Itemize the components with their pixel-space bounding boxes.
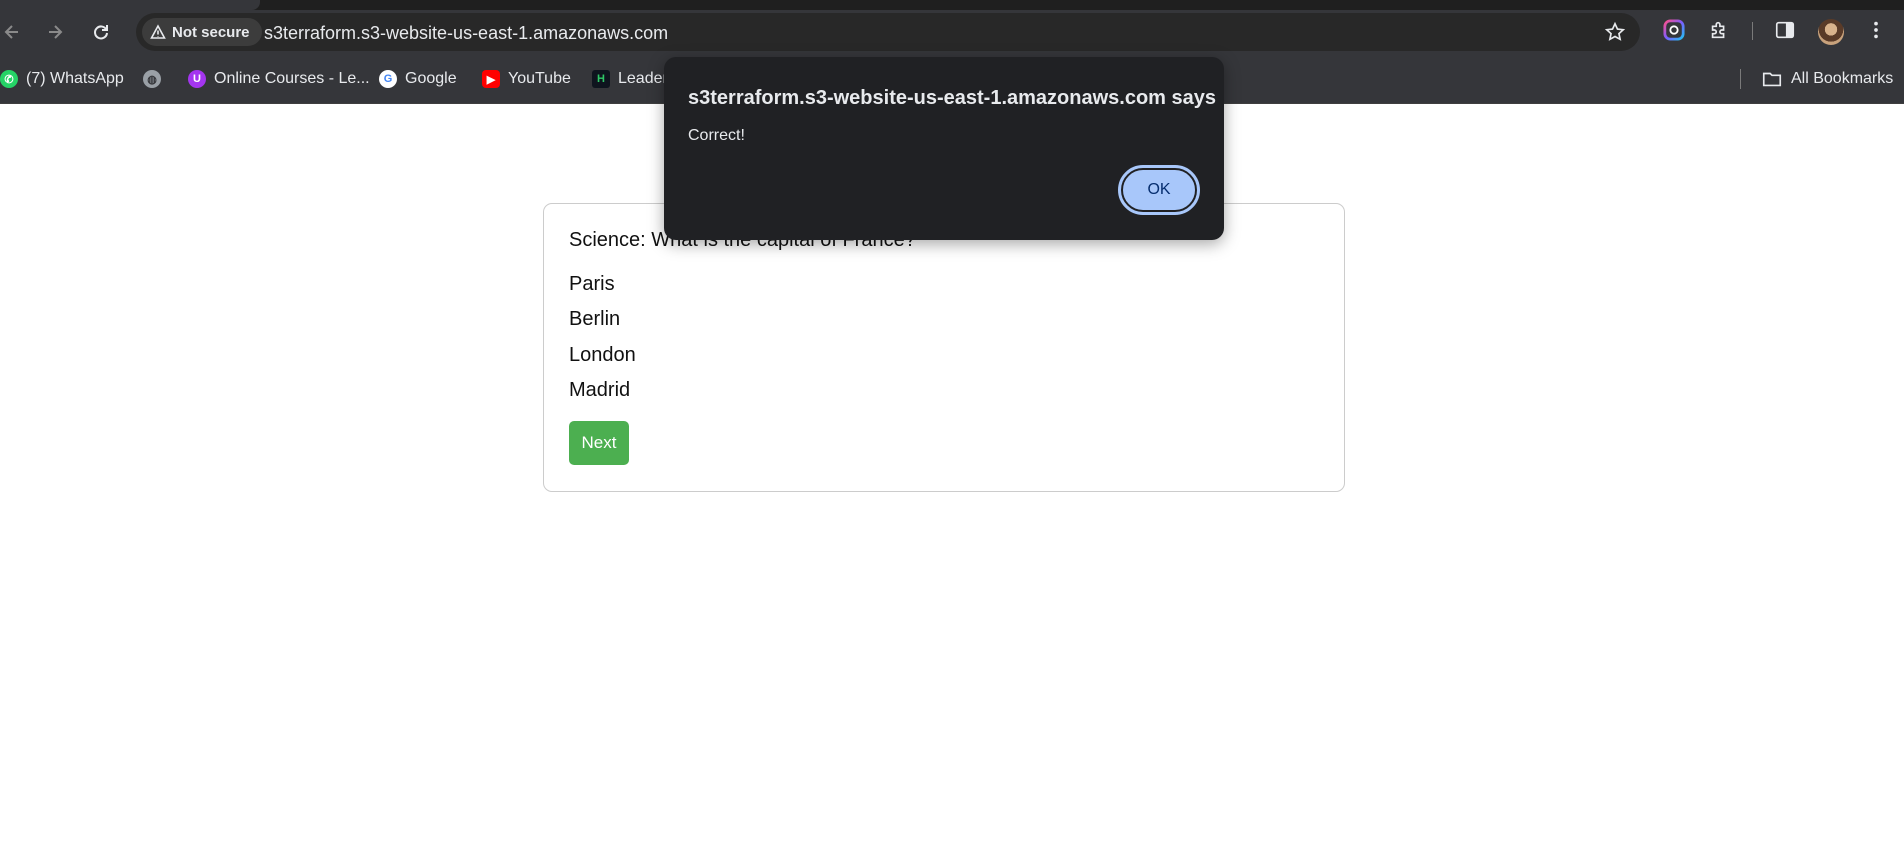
active-tab-edge[interactable]: [0, 0, 260, 10]
browser-toolbar: Not secure s3terraform.s3-website-us-eas…: [0, 10, 1904, 54]
bookmark-globe[interactable]: ◍: [143, 66, 161, 92]
bookmark-label: Online Courses - Le...: [214, 70, 370, 87]
address-bar[interactable]: Not secure s3terraform.s3-website-us-eas…: [136, 13, 1640, 51]
bookmark-label: (7) WhatsApp: [26, 70, 124, 87]
bookmark-online-courses[interactable]: U Online Courses - Le...: [188, 66, 370, 92]
bookmark-label: Leader: [618, 70, 668, 87]
all-bookmarks-label: All Bookmarks: [1791, 70, 1894, 87]
option-paris[interactable]: Paris: [569, 273, 615, 296]
warning-icon: [150, 24, 166, 39]
globe-icon: ◍: [143, 70, 161, 88]
bookmark-label: YouTube: [508, 70, 571, 87]
bookmark-label: Google: [405, 70, 457, 87]
google-icon: G: [379, 70, 397, 88]
color-extension-icon[interactable]: [1662, 18, 1686, 42]
extensions-puzzle-icon[interactable]: [1707, 18, 1731, 42]
dialog-message: Correct!: [688, 127, 745, 144]
bookmarks-separator: [1740, 69, 1741, 89]
hackerrank-icon: H: [592, 70, 610, 88]
menu-kebab-icon[interactable]: [1864, 18, 1888, 42]
whatsapp-icon: ✆: [0, 70, 18, 88]
side-panel-icon[interactable]: [1773, 18, 1797, 42]
back-icon[interactable]: [0, 18, 26, 46]
site-info-chip[interactable]: Not secure: [142, 18, 262, 46]
udemy-icon: U: [188, 70, 206, 88]
option-madrid[interactable]: Madrid: [569, 379, 630, 402]
reload-icon[interactable]: [87, 18, 115, 46]
security-label: Not secure: [172, 23, 250, 41]
forward-icon[interactable]: [41, 18, 69, 46]
quiz-card: Science: What is the capital of France? …: [543, 203, 1345, 492]
option-berlin[interactable]: Berlin: [569, 308, 620, 331]
youtube-icon: ▶: [482, 70, 500, 88]
option-london[interactable]: London: [569, 344, 636, 367]
bookmark-leader[interactable]: H Leader: [592, 66, 668, 92]
alert-dialog: s3terraform.s3-website-us-east-1.amazona…: [664, 57, 1224, 240]
bookmark-google[interactable]: G Google: [379, 66, 457, 92]
folder-icon: [1762, 72, 1782, 87]
url-text[interactable]: s3terraform.s3-website-us-east-1.amazona…: [264, 23, 668, 44]
ok-button[interactable]: OK: [1118, 165, 1200, 215]
dialog-title: s3terraform.s3-website-us-east-1.amazona…: [688, 87, 1217, 109]
next-button[interactable]: Next: [569, 421, 629, 465]
bookmark-whatsapp[interactable]: ✆ (7) WhatsApp: [0, 66, 124, 92]
bookmark-star-icon[interactable]: [1604, 21, 1626, 43]
bookmark-youtube[interactable]: ▶ YouTube: [482, 66, 571, 92]
tab-strip: [0, 0, 1904, 10]
all-bookmarks-button[interactable]: All Bookmarks: [1761, 66, 1893, 92]
profile-avatar[interactable]: [1818, 19, 1844, 45]
toolbar-separator: [1752, 22, 1753, 40]
